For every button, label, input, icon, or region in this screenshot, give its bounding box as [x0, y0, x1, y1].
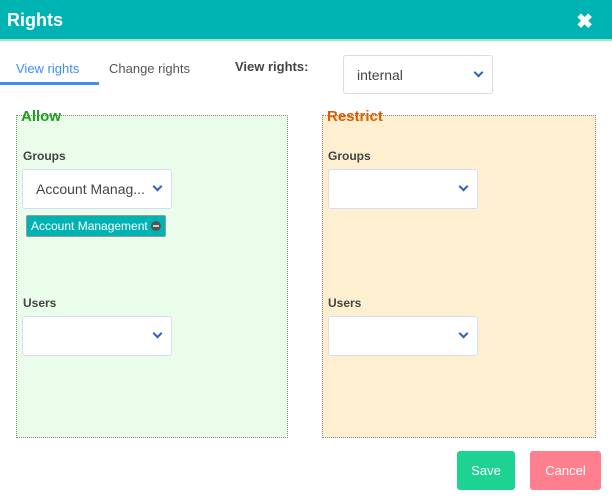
allow-groups-select[interactable]: Account Manag... [22, 169, 172, 209]
view-rights-value: internal [357, 67, 403, 83]
tab-change-rights[interactable]: Change rights [109, 61, 190, 76]
restrict-users-select[interactable] [328, 316, 478, 356]
dialog-header: Rights ✖ [0, 0, 612, 41]
group-tag-label: Account Management [31, 219, 148, 233]
allow-panel: Allow [16, 108, 288, 438]
tab-view-rights[interactable]: View rights [16, 61, 79, 76]
restrict-groups-label: Groups [328, 149, 371, 163]
view-rights-label: View rights: [235, 59, 309, 74]
cancel-button[interactable]: Cancel [530, 451, 601, 490]
close-icon[interactable]: ✖ [576, 9, 593, 34]
remove-icon[interactable] [150, 221, 161, 231]
chevron-down-icon [152, 328, 163, 339]
chevron-down-icon [458, 181, 469, 192]
group-tag: Account Management [26, 215, 166, 237]
view-rights-select[interactable]: internal [343, 55, 493, 94]
chevron-down-icon [152, 181, 163, 192]
allow-title: Allow [21, 108, 61, 125]
allow-groups-value: Account Manag... [36, 181, 145, 197]
chevron-down-icon [473, 67, 484, 78]
chevron-down-icon [458, 328, 469, 339]
restrict-users-label: Users [328, 296, 362, 310]
restrict-title: Restrict [327, 108, 383, 125]
save-button[interactable]: Save [457, 451, 515, 490]
active-tab-indicator [0, 82, 99, 85]
restrict-panel: Restrict [322, 108, 596, 438]
allow-users-select[interactable] [22, 316, 172, 356]
dialog-title: Rights [7, 10, 63, 30]
restrict-groups-select[interactable] [328, 169, 478, 209]
allow-users-label: Users [23, 296, 57, 310]
allow-groups-label: Groups [23, 149, 66, 163]
